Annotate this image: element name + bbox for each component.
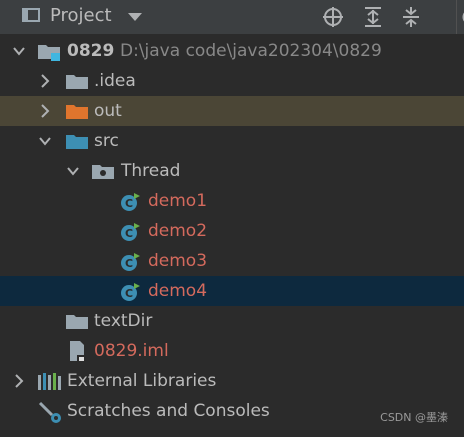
- chevron-right-icon[interactable]: [38, 96, 52, 126]
- module-file-icon: [70, 341, 85, 362]
- tree-item-src[interactable]: src: [0, 126, 464, 156]
- project-view-icon: [22, 8, 40, 22]
- package-name: Thread: [121, 161, 181, 181]
- tree-item-demo4[interactable]: C demo4: [0, 276, 464, 306]
- scratches-label: Scratches and Consoles: [67, 401, 270, 421]
- chevron-down-icon[interactable]: [38, 126, 52, 156]
- java-class-icon: C: [121, 283, 140, 301]
- tree-item-idea[interactable]: .idea: [0, 66, 464, 96]
- settings-gear-edge[interactable]: [456, 0, 464, 34]
- java-class-icon: C: [121, 253, 140, 271]
- watermark: CSDN @墨溱: [380, 411, 448, 424]
- folder-icon: [66, 315, 88, 329]
- folder-icon: [66, 75, 88, 89]
- tree-item-out[interactable]: out: [0, 96, 464, 126]
- java-class-icon: C: [121, 223, 140, 241]
- folder-name: .idea: [94, 71, 136, 91]
- collapse-all-icon[interactable]: [400, 6, 422, 28]
- expand-all-icon[interactable]: [362, 6, 384, 28]
- package-icon: [92, 165, 114, 179]
- root-module-name: 0829: [67, 41, 115, 61]
- tree-item-demo1[interactable]: C demo1: [0, 186, 464, 216]
- chevron-right-icon[interactable]: [38, 66, 52, 96]
- library-icon: [38, 373, 61, 390]
- svg-text:C: C: [125, 197, 133, 210]
- locate-file-icon[interactable]: [322, 6, 344, 28]
- java-class-icon: C: [121, 193, 140, 211]
- tree-item-textdir[interactable]: textDir: [0, 306, 464, 336]
- tree-item-demo3[interactable]: C demo3: [0, 246, 464, 276]
- module-folder-icon: [38, 45, 60, 61]
- project-toolbar: Project: [0, 0, 464, 34]
- chevron-down-icon[interactable]: [66, 156, 80, 186]
- excluded-folder-icon: [66, 105, 88, 119]
- scratches-icon: [38, 401, 61, 423]
- file-name: 0829.iml: [94, 341, 169, 361]
- gear-icon[interactable]: [459, 6, 464, 28]
- chevron-down-icon[interactable]: [12, 36, 26, 66]
- chevron-down-icon[interactable]: [128, 13, 142, 21]
- class-name: demo3: [148, 251, 208, 271]
- class-name: demo4: [148, 281, 208, 301]
- folder-name: textDir: [94, 311, 153, 331]
- tree-item-thread[interactable]: Thread: [0, 156, 464, 186]
- root-module-path: D:\java code\java202304\0829: [120, 41, 382, 61]
- chevron-right-icon[interactable]: [12, 366, 26, 396]
- tree-item-external-libraries[interactable]: External Libraries: [0, 366, 464, 396]
- folder-name: src: [94, 131, 119, 151]
- project-view-title[interactable]: Project: [50, 5, 112, 26]
- tree-item-root[interactable]: 0829 D:\java code\java202304\0829: [0, 36, 464, 66]
- class-name: demo2: [148, 221, 208, 241]
- folder-name: out: [94, 101, 122, 121]
- source-folder-icon: [66, 135, 88, 149]
- svg-text:C: C: [125, 257, 133, 270]
- tree-item-demo2[interactable]: C demo2: [0, 216, 464, 246]
- svg-text:C: C: [125, 227, 133, 240]
- class-name: demo1: [148, 191, 208, 211]
- tree-item-iml[interactable]: 0829.iml: [0, 336, 464, 366]
- svg-text:C: C: [125, 287, 133, 300]
- external-libraries-label: External Libraries: [67, 371, 217, 391]
